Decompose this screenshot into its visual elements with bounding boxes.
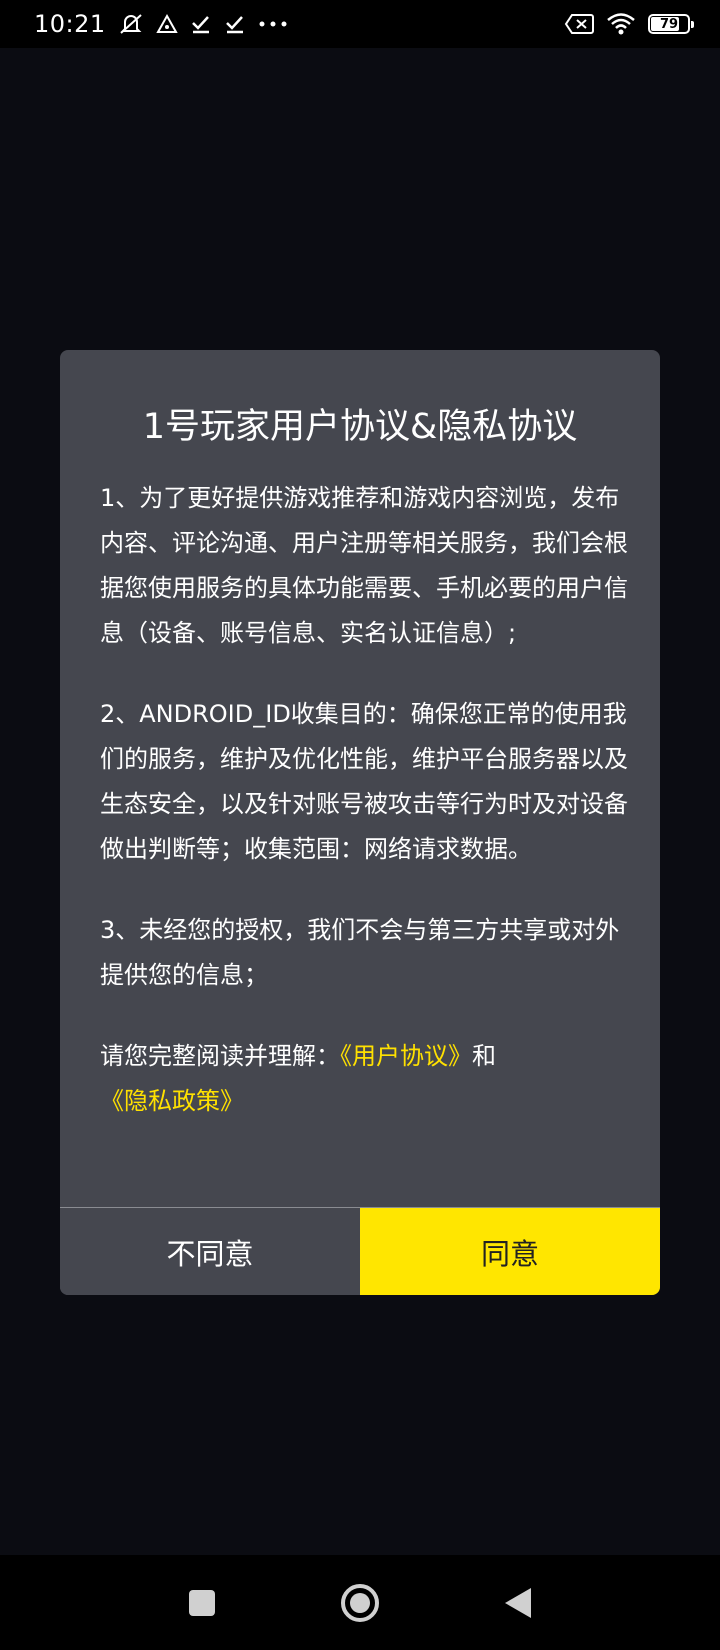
wifi-icon xyxy=(606,10,636,38)
agreement-dialog: 1号玩家用户协议&隐私协议 1、为了更好提供游戏推荐和游戏内容浏览，发布内容、评… xyxy=(60,350,660,1295)
status-time: 10:21 xyxy=(34,10,106,38)
privacy-policy-link[interactable]: 《隐私政策》 xyxy=(100,1087,244,1115)
sim-off-icon xyxy=(564,10,594,38)
battery-level: 79 xyxy=(659,16,679,32)
dialog-button-row: 不同意 同意 xyxy=(60,1207,660,1295)
disagree-button[interactable]: 不同意 xyxy=(60,1208,360,1295)
battery-icon: 79 xyxy=(648,14,694,34)
home-circle-icon[interactable] xyxy=(335,1578,385,1628)
consent-paragraph: 请您完整阅读并理解：《用户协议》和《隐私政策》 xyxy=(100,1034,630,1124)
agreement-paragraph-1: 1、为了更好提供游戏推荐和游戏内容浏览，发布内容、评论沟通、用户注册等相关服务，… xyxy=(100,484,628,647)
status-left: 10:21 xyxy=(34,10,288,38)
recents-square-icon[interactable] xyxy=(177,1578,227,1628)
dialog-body: 1、为了更好提供游戏推荐和游戏内容浏览，发布内容、评论沟通、用户注册等相关服务，… xyxy=(100,476,630,1160)
check-download-icon xyxy=(190,10,212,38)
agreement-paragraph-2: 2、ANDROID_ID收集目的：确保您正常的使用我们的服务，维护及优化性能，维… xyxy=(100,700,628,863)
back-triangle-icon[interactable] xyxy=(493,1578,543,1628)
warning-triangle-icon xyxy=(155,10,178,38)
dialog-title: 1号玩家用户协议&隐私协议 xyxy=(142,407,578,447)
consent-prefix: 请您完整阅读并理解： xyxy=(100,1042,340,1070)
notification-muted-icon xyxy=(118,10,144,38)
agreement-paragraph-3: 3、未经您的授权，我们不会与第三方共享或对外提供您的信息； xyxy=(100,916,620,989)
navigation-bar xyxy=(0,1555,720,1650)
more-dots-icon xyxy=(258,10,288,38)
agree-button[interactable]: 同意 xyxy=(360,1208,660,1295)
check-download-icon xyxy=(224,10,246,38)
user-agreement-link[interactable]: 《用户协议》 xyxy=(340,1042,472,1070)
consent-conjunction: 和 xyxy=(472,1042,496,1070)
status-right: 79 xyxy=(564,10,694,38)
status-bar: 10:21 79 xyxy=(0,0,720,48)
